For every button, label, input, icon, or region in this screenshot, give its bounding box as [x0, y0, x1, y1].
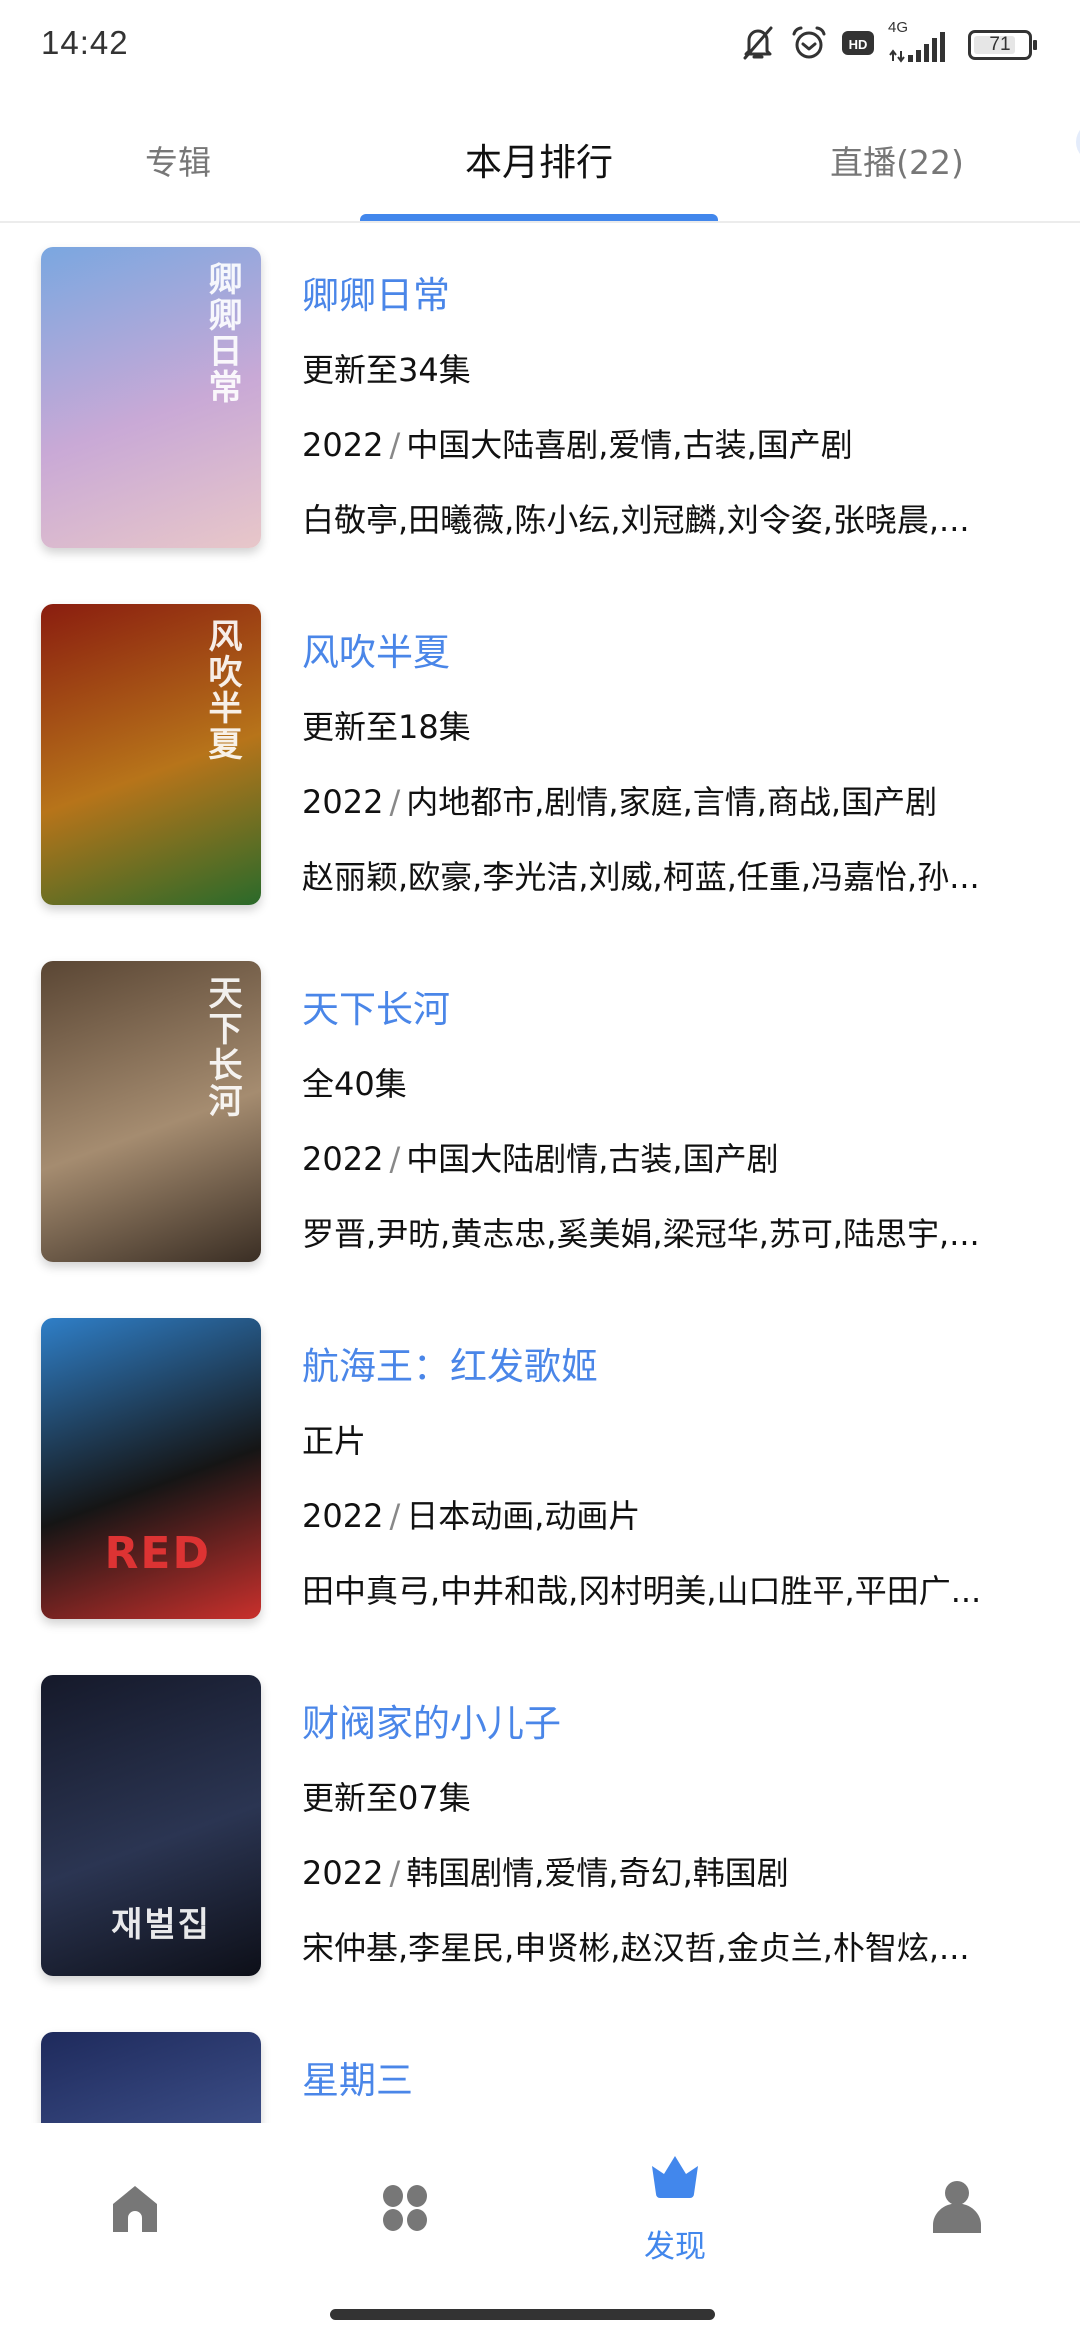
item-genres: 中国大陆喜剧,爱情,古装,国产剧	[406, 426, 853, 464]
grid-icon	[382, 2185, 428, 2235]
poster-image[interactable]: 风吹半夏	[41, 604, 261, 905]
list-item[interactable]: RED 航海王：红发歌姬 正片 2022/日本动画,动画片 田中真弓,中井和哉,…	[0, 1294, 1080, 1651]
list-item[interactable]: 风吹半夏 风吹半夏 更新至18集 2022/内地都市,剧情,家庭,言情,商战,国…	[0, 580, 1080, 937]
person-icon	[933, 2181, 981, 2237]
item-episodes: 更新至34集	[302, 351, 471, 389]
hd-icon: HD	[842, 29, 874, 61]
meta-separator: /	[389, 783, 401, 821]
status-time: 14:42	[41, 24, 129, 61]
bottom-nav: 发现	[0, 2123, 1080, 2340]
tab-live[interactable]: 直播(22)	[830, 136, 964, 184]
signal-icon: 4G	[888, 19, 954, 65]
home-indicator-bar[interactable]	[330, 2309, 715, 2320]
item-cast: 田中真弓,中井和哉,冈村明美,山口胜平,平田广...	[302, 1572, 982, 1610]
item-title[interactable]: 天下长河	[302, 979, 450, 1033]
meta-separator: /	[389, 426, 401, 464]
item-cast: 宋仲基,李星民,申贤彬,赵汉哲,金贞兰,朴智炫,...	[302, 1929, 970, 1967]
list-item[interactable]: 재벌집 财阀家的小儿子 更新至07集 2022/韩国剧情,爱情,奇幻,韩国剧 宋…	[0, 1651, 1080, 2008]
item-year: 2022	[302, 1497, 384, 1535]
poster-title-text: 재벌집	[111, 1905, 211, 1945]
item-year: 2022	[302, 1854, 384, 1892]
meta-separator: /	[389, 1140, 401, 1178]
poster-image[interactable]	[41, 2032, 261, 2123]
poster-title-text: 风吹半夏	[202, 618, 242, 762]
nav-profile[interactable]	[822, 2123, 1080, 2273]
item-year: 2022	[302, 783, 384, 821]
item-title[interactable]: 星期三	[302, 2050, 413, 2104]
item-cast: 赵丽颖,欧豪,李光洁,刘威,柯蓝,任重,冯嘉怡,孙...	[302, 858, 980, 896]
poster-title-text: 卿卿日常	[202, 261, 242, 405]
poster-image[interactable]: 卿卿日常	[41, 247, 261, 548]
meta-separator: /	[389, 1497, 401, 1535]
item-title[interactable]: 卿卿日常	[302, 265, 450, 319]
ranking-list[interactable]: 卿卿日常 卿卿日常 更新至34集 2022/中国大陆喜剧,爱情,古装,国产剧 白…	[0, 223, 1080, 2123]
item-meta: 2022/韩国剧情,爱情,奇幻,韩国剧	[302, 1848, 789, 1894]
meta-separator: /	[389, 1854, 401, 1892]
list-item[interactable]: 星期三	[0, 2008, 1080, 2123]
partial-scroll-indicator	[1076, 122, 1080, 162]
status-icons: HD 4G 71	[740, 19, 1037, 66]
item-title[interactable]: 财阀家的小儿子	[302, 1693, 561, 1747]
battery-icon: 71	[968, 30, 1037, 60]
item-genres: 中国大陆剧情,古装,国产剧	[406, 1140, 779, 1178]
nav-categories[interactable]	[270, 2123, 540, 2273]
battery-level: 71	[989, 34, 1011, 55]
list-item[interactable]: 卿卿日常 卿卿日常 更新至34集 2022/中国大陆喜剧,爱情,古装,国产剧 白…	[0, 223, 1080, 580]
active-tab-indicator	[360, 214, 718, 221]
item-episodes: 全40集	[302, 1065, 407, 1103]
nav-home[interactable]	[0, 2123, 270, 2273]
status-bar: 14:42 HD 4G 71	[0, 0, 1080, 90]
nav-discover[interactable]: 发现	[540, 2123, 810, 2273]
poster-title-text: 天下长河	[202, 975, 242, 1119]
list-item[interactable]: 天下长河 天下长河 全40集 2022/中国大陆剧情,古装,国产剧 罗晋,尹昉,…	[0, 937, 1080, 1294]
item-genres: 韩国剧情,爱情,奇幻,韩国剧	[406, 1854, 789, 1892]
tab-monthly-ranking[interactable]: 本月排行	[465, 132, 613, 186]
item-meta: 2022/中国大陆剧情,古装,国产剧	[302, 1134, 779, 1180]
tab-albums[interactable]: 专辑	[145, 136, 211, 184]
poster-image[interactable]: 天下长河	[41, 961, 261, 1262]
home-icon	[111, 2186, 159, 2236]
poster-title-text: RED	[104, 1528, 211, 1579]
poster-image[interactable]: RED	[41, 1318, 261, 1619]
item-year: 2022	[302, 426, 384, 464]
item-title[interactable]: 航海王：红发歌姬	[302, 1336, 598, 1390]
item-title[interactable]: 风吹半夏	[302, 622, 450, 676]
item-cast: 白敬亭,田曦薇,陈小纭,刘冠麟,刘令姿,张晓晨,...	[302, 501, 970, 539]
item-meta: 2022/日本动画,动画片	[302, 1491, 640, 1537]
nav-discover-label: 发现	[644, 2229, 706, 2265]
item-year: 2022	[302, 1140, 384, 1178]
alarm-icon	[790, 24, 828, 66]
item-genres: 内地都市,剧情,家庭,言情,商战,国产剧	[406, 783, 938, 821]
item-meta: 2022/中国大陆喜剧,爱情,古装,国产剧	[302, 420, 853, 466]
item-genres: 日本动画,动画片	[406, 1497, 641, 1535]
bell-off-icon	[740, 24, 776, 66]
item-episodes: 更新至07集	[302, 1779, 471, 1817]
item-meta: 2022/内地都市,剧情,家庭,言情,商战,国产剧	[302, 777, 937, 823]
tab-bar: 专辑 本月排行 直播(22)	[0, 90, 1080, 223]
svg-text:HD: HD	[849, 37, 868, 52]
item-cast: 罗晋,尹昉,黄志忠,奚美娟,梁冠华,苏可,陆思宇,...	[302, 1215, 980, 1253]
item-episodes: 正片	[302, 1422, 367, 1460]
crown-icon	[651, 2156, 699, 2202]
poster-image[interactable]: 재벌집	[41, 1675, 261, 1976]
item-episodes: 更新至18集	[302, 708, 471, 746]
